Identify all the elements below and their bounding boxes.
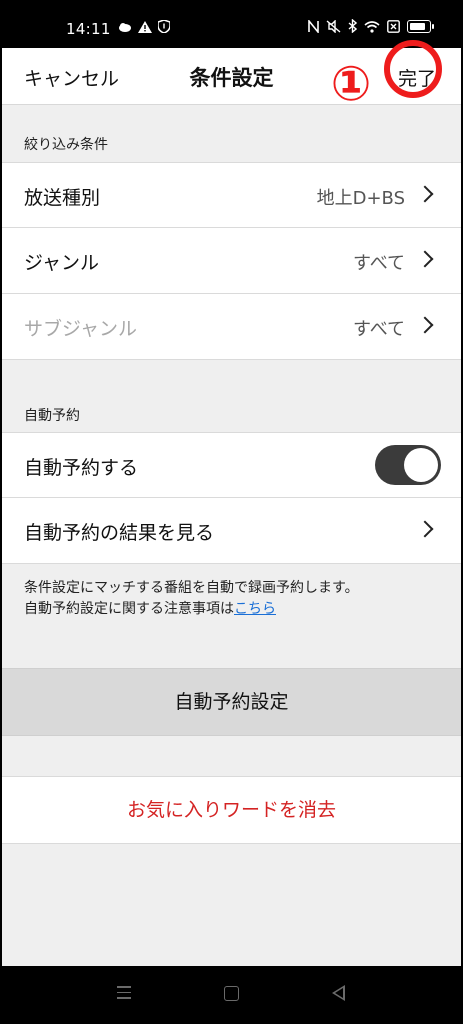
status-notification-icons [118, 20, 170, 33]
note-line-1: 条件設定にマッチする番組を自動で録画予約します。 [24, 580, 359, 596]
shield-icon [158, 20, 170, 33]
auto-reserve-setting-button[interactable]: 自動予約設定 [2, 668, 461, 736]
nfc-icon [308, 19, 319, 33]
note-line-2: 自動予約設定に関する注意事項はこちら [24, 599, 359, 620]
row-genre[interactable]: ジャンル すべて [2, 228, 461, 294]
row-label: 自動予約する [24, 457, 139, 479]
chevron-right-icon [416, 316, 434, 334]
row-label: 自動予約の結果を見る [24, 522, 215, 544]
auto-reserve-toggle[interactable] [375, 445, 441, 485]
toggle-knob [404, 448, 438, 482]
mute-icon [326, 19, 341, 33]
app-screen: 14:11 キャンセル 条件設定 完了 ① 絞り込み条件 放送種別 地上D+BS… [2, 0, 461, 1024]
filter-section-header: 絞り込み条件 [24, 137, 108, 153]
wifi-icon [364, 20, 380, 33]
sim-icon [387, 19, 400, 33]
annotation-circle [384, 40, 442, 98]
row-label: ジャンル [24, 252, 100, 274]
row-label: サブジャンル [24, 318, 138, 340]
clear-favorite-words-button[interactable]: お気に入りワードを消去 [2, 776, 461, 844]
weather-icon [119, 22, 131, 32]
note-text: 自動予約設定に関する注意事項は [24, 601, 234, 617]
status-bar: 14:11 [2, 0, 461, 48]
warning-icon [138, 20, 152, 33]
chevron-right-icon [416, 520, 434, 538]
auto-section-header: 自動予約 [24, 408, 80, 424]
recent-apps-icon[interactable] [117, 986, 131, 1003]
row-broadcast-type[interactable]: 放送種別 地上D+BS [2, 162, 461, 228]
notes-link[interactable]: こちら [234, 601, 276, 617]
status-system-icons [308, 19, 434, 33]
row-value: 地上D+BS [316, 188, 405, 209]
chevron-right-icon [416, 250, 434, 268]
battery-icon [407, 19, 434, 33]
system-navigation-bar [2, 966, 461, 1024]
chevron-right-icon [416, 185, 434, 203]
row-value: すべて [352, 253, 405, 274]
phone-frame: 14:11 キャンセル 条件設定 完了 ① 絞り込み条件 放送種別 地上D+BS… [0, 0, 463, 1024]
bluetooth-icon [348, 19, 357, 33]
status-time: 14:11 [66, 20, 111, 38]
home-icon[interactable] [224, 986, 239, 1001]
row-label: 放送種別 [24, 187, 101, 209]
annotation-number: ① [330, 56, 372, 112]
auto-reserve-note: 条件設定にマッチする番組を自動で録画予約します。 自動予約設定に関する注意事項は… [24, 578, 359, 620]
row-value: すべて [352, 319, 405, 340]
row-auto-reserve-results[interactable]: 自動予約の結果を見る [2, 498, 461, 564]
row-auto-reserve-toggle: 自動予約する [2, 432, 461, 498]
row-subgenre[interactable]: サブジャンル すべて [2, 294, 461, 360]
back-icon[interactable] [332, 985, 345, 1001]
